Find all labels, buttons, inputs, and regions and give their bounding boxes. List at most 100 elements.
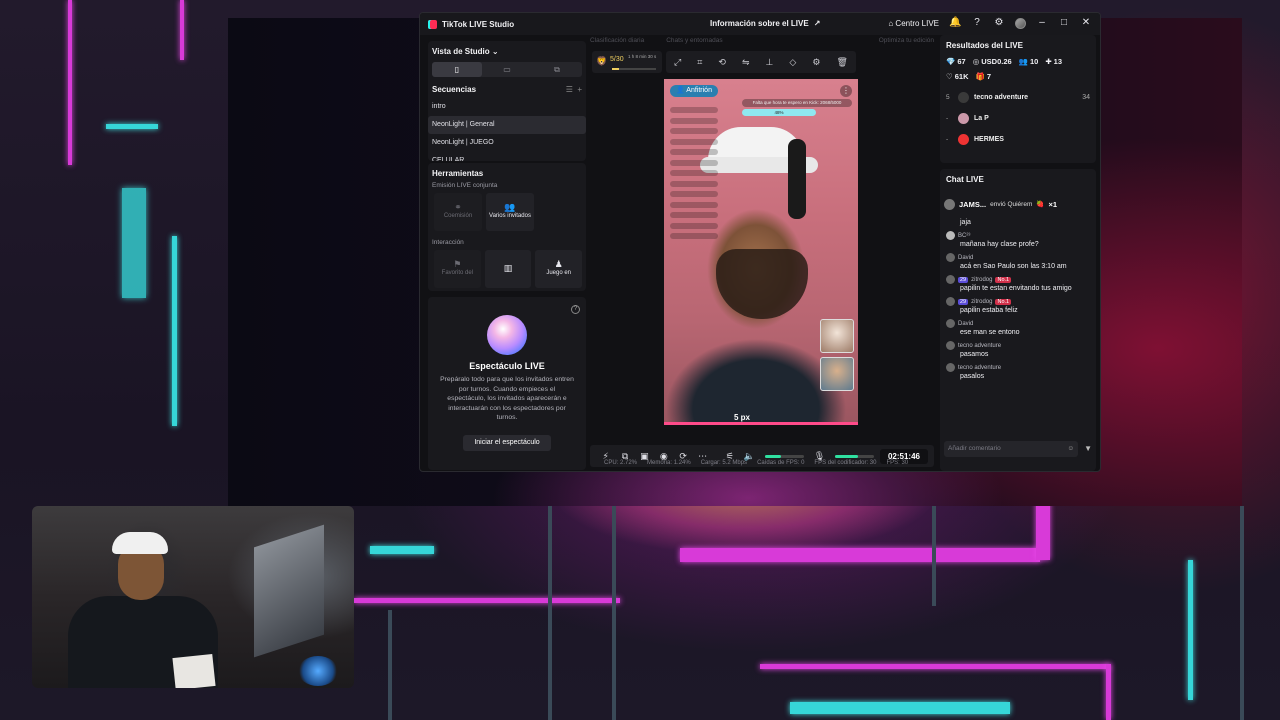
share-icon: ↗ [813,19,821,28]
minimize-icon[interactable]: – [1036,17,1048,29]
live-chat-panel: Chat LIVE JAMS... envió Quiérem 🍓 ×1 jaj… [940,169,1096,471]
emoji-icon[interactable]: ☺ [1067,441,1074,457]
tool-label: Juego en [546,270,572,276]
close-icon[interactable]: ✕ [1080,17,1092,29]
settings-gear-icon[interactable]: ⚙ [993,17,1005,29]
title-bar-actions: ⌂ Centro LIVE 🔔 ? ⚙ – □ ✕ [888,17,1092,29]
sequence-item[interactable]: NeonLight | General [428,116,586,134]
ranking-row[interactable]: - La P [940,108,1096,129]
goal-avatar-icon: 🦁 [596,56,608,66]
live-goal-widget[interactable]: 🦁 5/30 1 h 8 min 30 s [592,51,662,73]
mic-slider[interactable] [835,454,874,458]
preview-column: Clasificación diaria Chats y entornadas … [590,35,934,471]
neon-line [680,548,1040,562]
maximize-icon[interactable]: □ [1058,17,1070,29]
circuit-line [1240,506,1244,720]
goal-timer: 1 h 8 min 30 s [628,54,657,59]
studio-view-label: Vista de Studio ⌄ [432,47,499,56]
game-tool[interactable]: ♟ Juego en [535,250,583,288]
live-video-preview[interactable]: 👤 Anfitrión ⋮ Falta que hora te espero e… [664,79,858,425]
tools-title: Herramientas [432,169,484,178]
avatar [946,341,955,350]
chevron-down-icon: ⌄ [491,47,499,56]
dual-orientation-button[interactable]: ⧉ [532,62,582,77]
portrait-orientation-button[interactable]: ▯ [432,62,482,77]
heart-icon: ♡ [946,72,953,81]
filter-icon[interactable]: ▼ [1084,444,1092,453]
fit-screen-icon[interactable]: ⤢ [674,57,681,68]
profile-avatar[interactable] [1015,17,1026,29]
trash-icon[interactable]: 🗑 [836,57,847,68]
landscape-orientation-button[interactable]: ▭ [482,62,532,77]
level-badge: 29 [958,276,969,283]
stream-chat-overlay [670,107,718,244]
interaction-section-title: Interacción [432,239,464,246]
neon-line [172,236,177,426]
studio-view-dropdown[interactable]: Vista de Studio ⌄ [428,41,586,56]
favorite-tool[interactable]: ⚑ Favorito del [434,250,481,288]
volume-slider[interactable] [765,454,804,458]
help-icon[interactable]: ? [571,305,580,314]
overlay-progress: 48% [742,109,816,116]
avatar [944,198,955,210]
settings-gear-icon[interactable]: ⚙ [812,57,820,68]
guest-thumbnail[interactable] [820,357,854,391]
tab-daily-ranking[interactable]: Clasificación diaria [590,37,644,49]
help-icon[interactable]: ? [971,17,983,29]
show-description: Prepáralo todo para que los invitados en… [440,376,574,421]
ranking-list: 5 tecno adventure 34 - La P - HERMES [940,87,1096,150]
tool-label: Favorito del [441,270,474,276]
avatar [946,253,955,262]
guest-thumbnail[interactable] [820,319,854,353]
comment-placeholder: Añadir comentario [948,445,1001,452]
align-icon[interactable]: ⊥ [766,57,774,68]
sequence-item[interactable]: intro [428,98,586,116]
overlay-banner: Falta que hora te espero en Kick: 2068/5… [742,99,852,107]
sequence-actions: ☰ + [566,85,582,94]
coop-tools: ⚭ Coemisión 👥 Varios invitados [428,189,586,231]
ranking-row[interactable]: 5 tecno adventure 34 [940,87,1096,108]
tab-chats[interactable]: Chats y entornadas [666,37,722,49]
list-icon[interactable]: ☰ [566,85,573,94]
results-title: Resultados del LIVE [946,41,1023,50]
game-icon: ♟ [554,259,563,269]
add-icon[interactable]: + [577,85,582,94]
live-center-link[interactable]: ⌂ Centro LIVE [888,19,939,28]
cohost-tool[interactable]: ⚭ Coemisión [434,193,482,231]
comment-input[interactable]: Añadir comentario ☺ [944,441,1078,457]
disco-ball-icon [487,315,527,355]
sequences-header: Secuencias ☰ + [428,77,586,94]
circuit-line [388,610,392,720]
chat-message: 29 zitrodog No.1 papilin estaba feliz [940,297,1096,314]
host-badge: 👤 Anfitrión [670,85,718,97]
tiktok-logo-icon [428,19,437,29]
viewers-stat: 👥 10 [1018,57,1039,66]
more-options-icon[interactable]: ⋮ [840,85,852,97]
sequence-item[interactable]: NeonLight | JUEGO [428,134,586,152]
flip-icon[interactable]: ⇋ [742,57,750,68]
tab-optimize[interactable]: Optimiza tu edición [879,37,934,49]
ranking-row[interactable]: - HERMES [940,129,1096,150]
layer-icon[interactable]: ◇ [789,57,796,68]
notification-icon[interactable]: 🔔 [949,17,961,29]
neon-line [354,598,620,603]
crop-icon[interactable]: ⌗ [697,57,702,68]
tool-label: Coemisión [443,213,473,219]
rotate-icon[interactable]: ⟲ [718,57,726,68]
gift-count: ×1 [1048,199,1058,209]
chat-message: David acá en Sao Paulo son las 3:10 am [940,253,1096,270]
neon-line [760,664,1110,669]
sequence-item[interactable]: CELULAR [428,152,586,161]
book-tool[interactable]: ▥ [484,250,532,288]
multi-guest-tool[interactable]: 👥 Varios invitados [486,193,534,231]
circuit-line [932,506,936,606]
chat-message: 29 zitrodog No.1 papilin te estan envitand… [940,275,1096,292]
live-info-label: Información sobre el LIVE [710,19,809,28]
live-center-label: Centro LIVE [895,18,939,28]
chat-message: tecno adventure pasalos [940,363,1096,380]
live-info-link[interactable]: Información sobre el LIVE ↗ [710,19,820,28]
avatar [958,92,969,103]
start-show-button[interactable]: Iniciar el espectáculo [463,434,551,451]
title-bar: TikTok LIVE Studio Información sobre el … [420,13,1100,35]
gift-user: JAMS... [959,199,987,209]
